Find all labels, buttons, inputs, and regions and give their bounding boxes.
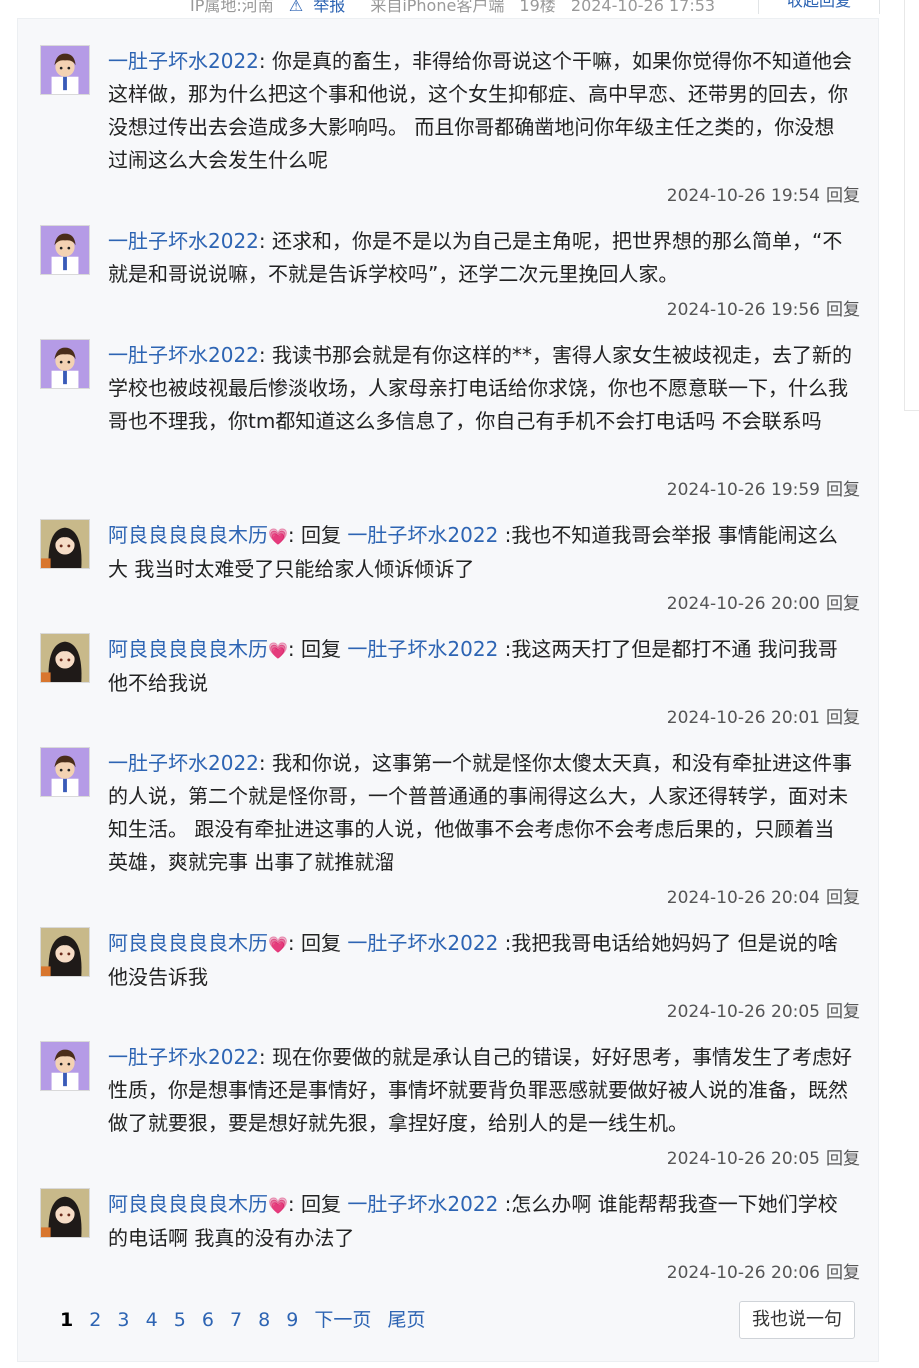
ip-location: IP属地:河南 (190, 0, 274, 14)
reply-time: 2024-10-26 20:06 (666, 1263, 820, 1283)
reply-meta: 2024-10-26 20:06 回复 (667, 1258, 860, 1283)
reply-button[interactable]: 回复 (826, 1149, 860, 1169)
pagination: 1 2 3 4 5 6 7 8 9 下一页 尾页 (60, 1305, 435, 1332)
reply-meta: 2024-10-26 20:00 回复 (667, 589, 860, 614)
reply-time: 2024-10-26 19:54 (666, 186, 820, 206)
username-link[interactable]: 阿良良良良良木历 (108, 1192, 268, 1216)
report-link[interactable]: ⚠ 举报 (289, 0, 355, 14)
reply-content: 阿良良良良良木历💗: 回复 一肚子坏水2022 :我也不知道我哥会举报 事情能闹… (108, 523, 838, 581)
reply-button[interactable]: 回复 (826, 300, 860, 320)
reply-prefix: 回复 (301, 1192, 342, 1216)
reply-time: 2024-10-26 20:01 (666, 708, 820, 728)
reply-content: 阿良良良良良木历💗: 回复 一肚子坏水2022 :我把我哥电话给她妈妈了 但是说… (108, 931, 838, 989)
next-page-link[interactable]: 下一页 (314, 1309, 371, 1331)
reply-time: 2024-10-26 19:56 (666, 300, 820, 320)
reply-to-user-link[interactable]: 一肚子坏水2022 (347, 637, 498, 661)
reply-content: 一肚子坏水2022: 我读书那会就是有你这样的**，害得人家女生被歧视走，去了新… (108, 343, 853, 433)
divider (904, 0, 905, 410)
reply-time: 2024-10-26 19:59 (666, 480, 820, 500)
report-label: 举报 (313, 0, 346, 14)
warning-icon: ⚠ (288, 0, 304, 14)
page-link[interactable]: 8 (258, 1309, 270, 1331)
reply-meta: 2024-10-26 20:04 回复 (667, 883, 860, 908)
reply-button[interactable]: 回复 (826, 1002, 860, 1022)
username-link[interactable]: 一肚子坏水2022 (108, 751, 259, 775)
reply-button[interactable]: 回复 (826, 888, 860, 908)
avatar[interactable] (40, 927, 90, 977)
reply-button[interactable]: 回复 (826, 708, 860, 728)
last-page-link[interactable]: 尾页 (387, 1309, 425, 1331)
reply-button[interactable]: 回复 (826, 480, 860, 500)
avatar[interactable] (40, 633, 90, 683)
reply-meta: 2024-10-26 19:56 回复 (667, 295, 860, 320)
page-link[interactable]: 3 (117, 1309, 129, 1331)
divider (904, 410, 919, 411)
page-link[interactable]: 6 (202, 1309, 214, 1331)
avatar[interactable] (40, 747, 90, 797)
reply-prefix: 回复 (301, 931, 342, 955)
avatar[interactable] (40, 225, 90, 275)
reply-content: 一肚子坏水2022: 我和你说，这事第一个就是怪你太傻太天真，和没有牵扯进这件事… (108, 751, 853, 874)
post-datetime: 2024-10-26 17:53 (570, 0, 716, 14)
username-link[interactable]: 阿良良良良良木历 (108, 931, 268, 955)
client-source: 来自iPhone客户端 (370, 0, 505, 14)
reply-time: 2024-10-26 20:05 (666, 1149, 820, 1169)
page-link[interactable]: 7 (230, 1309, 242, 1331)
reply-button[interactable]: 回复 (826, 594, 860, 614)
reply-meta: 2024-10-26 20:05 回复 (667, 997, 860, 1022)
reply-content: 一肚子坏水2022: 还求和，你是不是以为自己是主角呢，把世界想的那么简单，“不… (108, 229, 843, 286)
collapse-replies-button[interactable]: 收起回复 (758, 0, 880, 14)
username-link[interactable]: 阿良良良良良木历 (108, 637, 268, 661)
heart-icon: 💗 (268, 935, 288, 954)
heart-icon: 💗 (268, 641, 288, 660)
reply-meta: 2024-10-26 19:54 回复 (667, 181, 860, 206)
reply-meta: 2024-10-26 20:05 回复 (667, 1144, 860, 1169)
avatar[interactable] (40, 339, 90, 389)
say-something-button[interactable]: 我也说一句 (739, 1301, 855, 1339)
reply-to-user-link[interactable]: 一肚子坏水2022 (347, 931, 498, 955)
avatar[interactable] (40, 519, 90, 569)
heart-icon: 💗 (268, 527, 288, 546)
reply-content: 一肚子坏水2022: 现在你要做的就是承认自己的错误，好好思考，事情发生了考虑好… (108, 1045, 853, 1135)
reply-meta: 2024-10-26 20:01 回复 (667, 703, 860, 728)
avatar[interactable] (40, 45, 90, 95)
username-link[interactable]: 阿良良良良良木历 (108, 523, 268, 547)
reply-content: 一肚子坏水2022: 你是真的畜生，非得给你哥说这个干嘛，如果你觉得你不知道他会… (108, 49, 853, 172)
reply-prefix: 回复 (301, 523, 342, 547)
reply-prefix: 回复 (301, 637, 342, 661)
reply-to-user-link[interactable]: 一肚子坏水2022 (347, 1192, 498, 1216)
username-link[interactable]: 一肚子坏水2022 (108, 229, 259, 253)
reply-time: 2024-10-26 20:00 (666, 594, 820, 614)
reply-button[interactable]: 回复 (826, 1263, 860, 1283)
page-link[interactable]: 5 (174, 1309, 186, 1331)
reply-time: 2024-10-26 20:05 (666, 1002, 820, 1022)
heart-icon: 💗 (268, 1196, 288, 1215)
reply-content: 阿良良良良良木历💗: 回复 一肚子坏水2022 :我这两天打了但是都打不通 我问… (108, 637, 838, 695)
reply-meta: 2024-10-26 19:59 回复 (667, 475, 860, 500)
page-link[interactable]: 9 (286, 1309, 298, 1331)
username-link[interactable]: 一肚子坏水2022 (108, 343, 259, 367)
page-link[interactable]: 2 (89, 1309, 101, 1331)
page-link[interactable]: 4 (146, 1309, 158, 1331)
page-link-current: 1 (60, 1309, 74, 1331)
floor-number: 19楼 (519, 0, 556, 14)
reply-content: 阿良良良良良木历💗: 回复 一肚子坏水2022 :怎么办啊 谁能帮帮我查一下她们… (108, 1192, 838, 1250)
post-meta-bar: IP属地:河南 ⚠ 举报 来自iPhone客户端 19楼 2024-10-26 1… (0, 0, 919, 14)
username-link[interactable]: 一肚子坏水2022 (108, 49, 259, 73)
avatar[interactable] (40, 1188, 90, 1238)
username-link[interactable]: 一肚子坏水2022 (108, 1045, 259, 1069)
avatar[interactable] (40, 1041, 90, 1091)
reply-time: 2024-10-26 20:04 (666, 888, 820, 908)
reply-to-user-link[interactable]: 一肚子坏水2022 (347, 523, 498, 547)
reply-button[interactable]: 回复 (826, 186, 860, 206)
